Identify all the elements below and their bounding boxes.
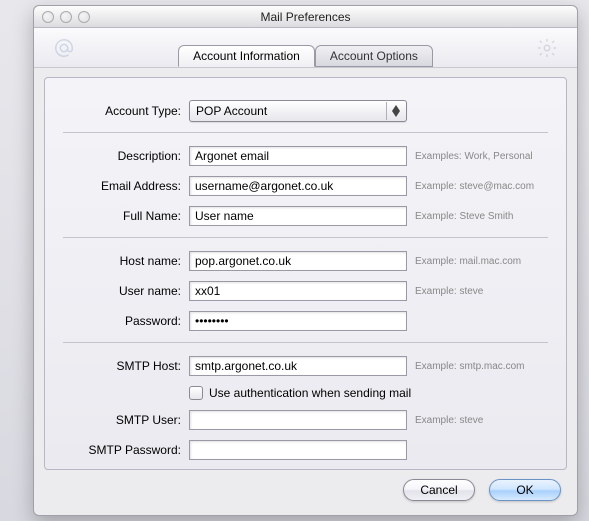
account-type-label: Account Type: — [63, 104, 181, 118]
email-label: Email Address: — [63, 179, 181, 193]
smtp-pass-input[interactable] — [189, 440, 407, 460]
user-hint: Example: steve — [415, 286, 548, 297]
button-label: OK — [516, 483, 533, 497]
preferences-window: Mail Preferences Account Information Acc… — [33, 5, 578, 516]
smtp-user-hint: Example: steve — [415, 415, 548, 426]
email-input[interactable] — [189, 176, 407, 196]
fullname-label: Full Name: — [63, 209, 181, 223]
divider — [63, 342, 548, 343]
smtp-host-input[interactable] — [189, 356, 407, 376]
button-label: Cancel — [420, 483, 457, 497]
traffic-lights — [42, 11, 90, 23]
account-type-select[interactable]: POP Account — [189, 100, 407, 122]
smtp-auth-checkbox[interactable] — [189, 386, 203, 400]
account-form: Account Type: POP Account Description: E… — [44, 77, 567, 470]
user-input[interactable] — [189, 281, 407, 301]
minimize-icon[interactable] — [60, 11, 72, 23]
at-sign-icon[interactable] — [50, 34, 78, 62]
description-hint: Examples: Work, Personal — [415, 151, 548, 162]
host-label: Host name: — [63, 254, 181, 268]
tab-label: Account Information — [193, 49, 300, 63]
password-input[interactable] — [189, 311, 407, 331]
window-title: Mail Preferences — [34, 10, 577, 24]
select-value: POP Account — [196, 104, 267, 118]
divider — [63, 132, 548, 133]
host-input[interactable] — [189, 251, 407, 271]
smtp-pass-label: SMTP Password: — [63, 443, 181, 457]
dialog-buttons: Cancel OK — [403, 479, 561, 501]
description-input[interactable] — [189, 146, 407, 166]
smtp-user-input[interactable] — [189, 410, 407, 430]
tab-label: Account Options — [330, 49, 418, 63]
toolbar: Account Information Account Options — [34, 28, 577, 68]
divider — [63, 237, 548, 238]
cancel-button[interactable]: Cancel — [403, 479, 475, 501]
ok-button[interactable]: OK — [489, 479, 561, 501]
gear-icon[interactable] — [533, 34, 561, 62]
fullname-hint: Example: Steve Smith — [415, 211, 548, 222]
fullname-input[interactable] — [189, 206, 407, 226]
user-label: User name: — [63, 284, 181, 298]
zoom-icon[interactable] — [78, 11, 90, 23]
email-hint: Example: steve@mac.com — [415, 181, 548, 192]
tab-account-options[interactable]: Account Options — [315, 45, 433, 67]
tab-bar: Account Information Account Options — [178, 37, 433, 59]
smtp-host-hint: Example: smtp.mac.com — [415, 361, 548, 372]
smtp-host-label: SMTP Host: — [63, 359, 181, 373]
titlebar: Mail Preferences — [34, 6, 577, 28]
description-label: Description: — [63, 149, 181, 163]
tab-account-information[interactable]: Account Information — [178, 45, 315, 67]
host-hint: Example: mail.mac.com — [415, 256, 548, 267]
smtp-auth-label: Use authentication when sending mail — [209, 386, 411, 400]
updown-arrows-icon — [386, 102, 404, 120]
close-icon[interactable] — [42, 11, 54, 23]
password-label: Password: — [63, 314, 181, 328]
smtp-user-label: SMTP User: — [63, 413, 181, 427]
